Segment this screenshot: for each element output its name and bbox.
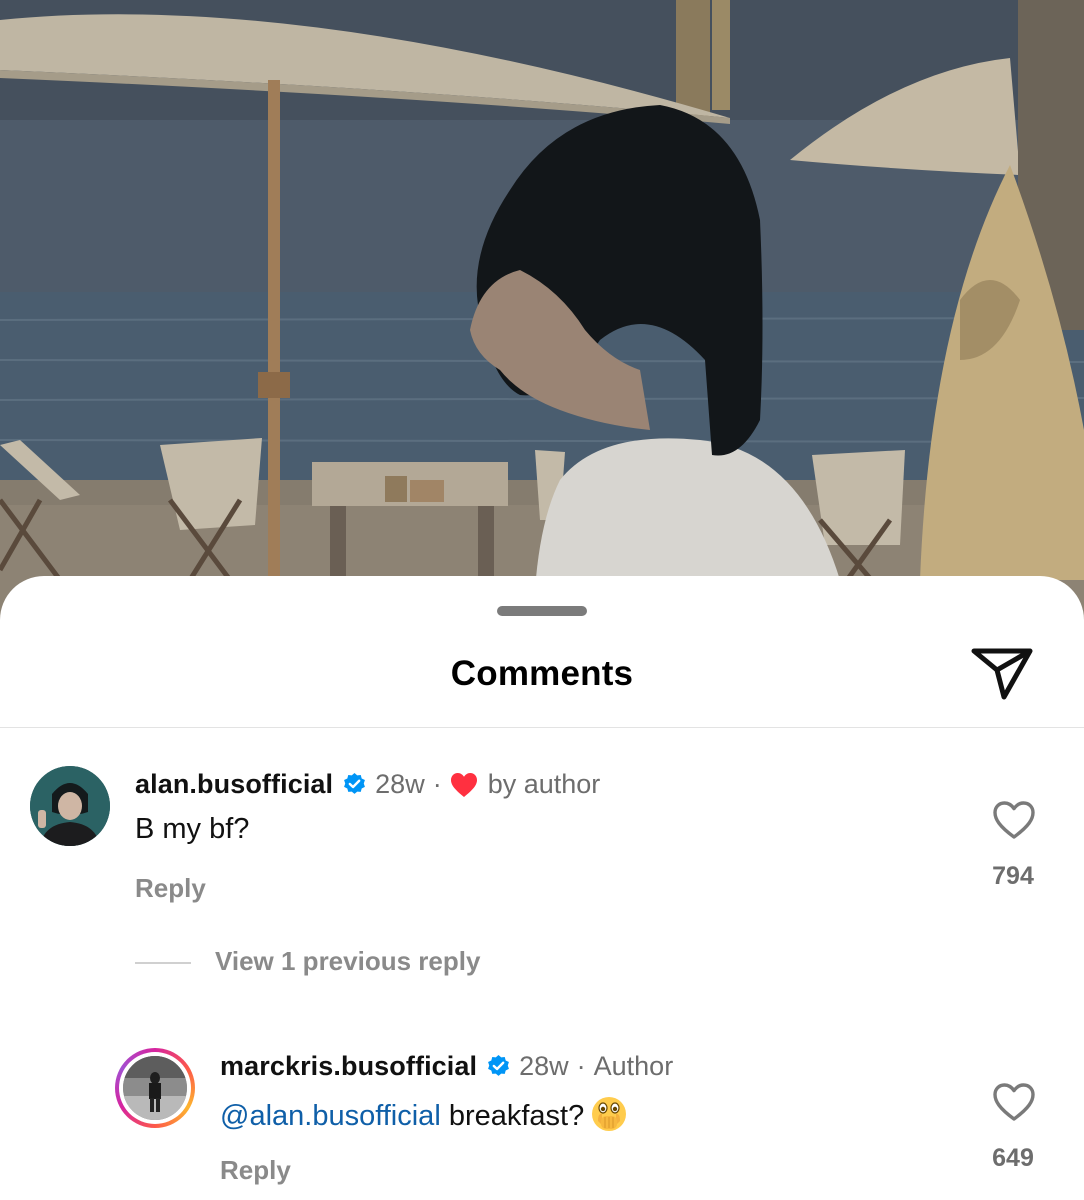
view-previous-replies-button[interactable]: View 1 previous reply <box>215 946 480 977</box>
reply-button[interactable]: Reply <box>220 1155 291 1186</box>
post-photo <box>0 0 1084 640</box>
share-button[interactable] <box>968 644 1036 702</box>
reply-button[interactable]: Reply <box>135 873 206 904</box>
verified-badge-icon <box>488 1055 510 1076</box>
separator-dot: · <box>576 1051 586 1081</box>
comment-text: B my bf? <box>135 813 250 845</box>
face-with-open-eyes-and-hand-over-mouth-emoji <box>592 1097 627 1131</box>
comment-username[interactable]: alan.busofficial <box>135 769 333 800</box>
story-ring-avatar[interactable] <box>115 1048 195 1128</box>
avatar-ring-gap <box>119 1052 191 1124</box>
like-button[interactable] <box>992 800 1036 840</box>
reply-time: 28w <box>519 1051 569 1081</box>
reply-body: breakfast? <box>448 1100 585 1132</box>
beach-scene-illustration <box>0 0 1084 640</box>
like-button[interactable] <box>992 1082 1036 1122</box>
avatar[interactable] <box>30 766 110 846</box>
thread-line <box>135 962 191 964</box>
drag-handle[interactable] <box>497 606 587 616</box>
like-count: 794 <box>992 862 1034 890</box>
mention-link[interactable]: @alan.busofficial <box>220 1100 441 1132</box>
avatar <box>123 1056 187 1120</box>
reply-meta: marckris.busofficial 28w · Author <box>220 1051 673 1082</box>
author-badge: Author <box>593 1051 674 1081</box>
profile-photo <box>30 766 110 846</box>
comments-sheet: Comments alan.busofficial 28w · by autho… <box>0 576 1084 1200</box>
header-divider <box>0 727 1084 728</box>
paper-plane-icon <box>971 648 1033 700</box>
heart-outline-icon <box>993 801 1035 839</box>
comment-time: 28w <box>375 769 425 799</box>
liked-by-author-label: by author <box>487 769 601 799</box>
like-count: 649 <box>992 1144 1034 1172</box>
profile-photo <box>123 1056 187 1120</box>
heart-outline-icon <box>993 1083 1035 1121</box>
reply-username[interactable]: marckris.busofficial <box>220 1051 477 1082</box>
sheet-title: Comments <box>450 654 634 693</box>
comment-meta: alan.busofficial 28w · by author <box>135 769 600 800</box>
reply-text: @alan.busofficial breakfast? <box>220 1095 628 1133</box>
verified-badge-icon <box>344 773 366 794</box>
liked-by-author-heart-icon <box>450 772 477 797</box>
separator-dot: · <box>432 769 442 799</box>
